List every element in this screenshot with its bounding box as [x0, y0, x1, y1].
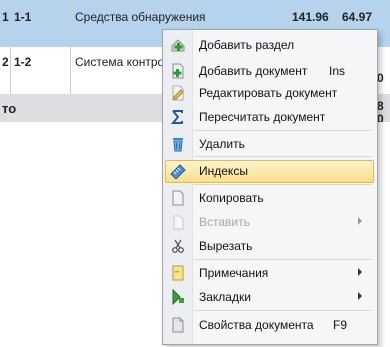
row-value-2: 64.97: [342, 10, 373, 24]
add-section-icon: [171, 39, 185, 52]
menu-item-shortcut: Ins: [329, 64, 346, 78]
menu-item-bookmarks[interactable]: Закладки: [163, 286, 377, 308]
total-value-fragment: 8: [377, 99, 384, 113]
row-value-fragment: 0: [377, 71, 384, 85]
menu-item-label: Вырезать: [199, 239, 253, 253]
ruler-icon: [170, 164, 186, 179]
menu-item-notes[interactable]: Примечания: [163, 262, 377, 284]
menu-item-shortcut: F9: [333, 318, 348, 332]
submenu-arrow-icon: [358, 268, 362, 276]
menu-item-label: Индексы: [199, 164, 248, 178]
menu-item-copy[interactable]: Копировать: [163, 187, 377, 209]
trash-icon: [173, 138, 183, 152]
total-label: то: [2, 101, 17, 116]
column-divider: [10, 0, 11, 94]
menu-item-highlight: [165, 160, 374, 183]
scissors-icon: [172, 239, 184, 253]
context-menu: Добавить раздел Добавить документ Ins Ре…: [162, 29, 378, 345]
menu-separator: [194, 259, 372, 260]
bookmark-icon: [172, 289, 184, 305]
row-number: 1: [2, 10, 9, 24]
menu-item-label: Удалить: [199, 137, 245, 151]
menu-item-document-properties[interactable]: Свойства документа F9: [163, 314, 377, 336]
menu-item-recalculate[interactable]: Пересчитать документ: [163, 106, 377, 128]
row-number: 2: [2, 55, 9, 69]
row-value-1: 141.96: [292, 10, 329, 24]
copy-icon: [172, 190, 184, 206]
menu-item-paste[interactable]: Вставить: [163, 211, 377, 233]
menu-separator: [194, 156, 372, 157]
menu-separator: [194, 310, 372, 311]
row-code: 1-1: [14, 10, 32, 24]
menu-item-edit-document[interactable]: Редактировать документ: [163, 82, 377, 104]
menu-item-label: Добавить раздел: [199, 38, 295, 52]
submenu-arrow-icon: [358, 292, 362, 300]
menu-item-label: Свойства документа: [199, 318, 314, 332]
menu-separator: [194, 184, 372, 185]
menu-item-label: Вставить: [199, 215, 250, 229]
menu-item-label: Примечания: [199, 266, 269, 280]
row-name: Средства обнаружения: [75, 10, 206, 24]
menu-item-cut[interactable]: Вырезать: [163, 235, 377, 257]
menu-item-add-document[interactable]: Добавить документ Ins: [163, 60, 377, 82]
row-code: 1-2: [14, 55, 32, 69]
properties-icon: [172, 317, 184, 333]
paste-icon: [173, 215, 184, 230]
menu-item-label: Копировать: [199, 191, 264, 205]
menu-item-label: Закладки: [199, 290, 251, 304]
menu-item-label: Пересчитать документ: [199, 110, 326, 124]
note-icon: [172, 265, 184, 281]
menu-separator: [194, 130, 372, 131]
add-document-icon: [172, 63, 184, 79]
menu-item-label: Редактировать документ: [199, 86, 338, 100]
edit-document-icon: [172, 85, 184, 101]
menu-item-delete[interactable]: Удалить: [163, 133, 377, 155]
menu-item-label: Добавить документ: [199, 64, 308, 78]
submenu-arrow-icon: [358, 217, 362, 225]
menu-item-add-section[interactable]: Добавить раздел: [163, 34, 377, 56]
menu-item-indexes[interactable]: Индексы: [163, 160, 377, 183]
sigma-icon: [170, 110, 183, 124]
column-divider: [70, 0, 71, 94]
